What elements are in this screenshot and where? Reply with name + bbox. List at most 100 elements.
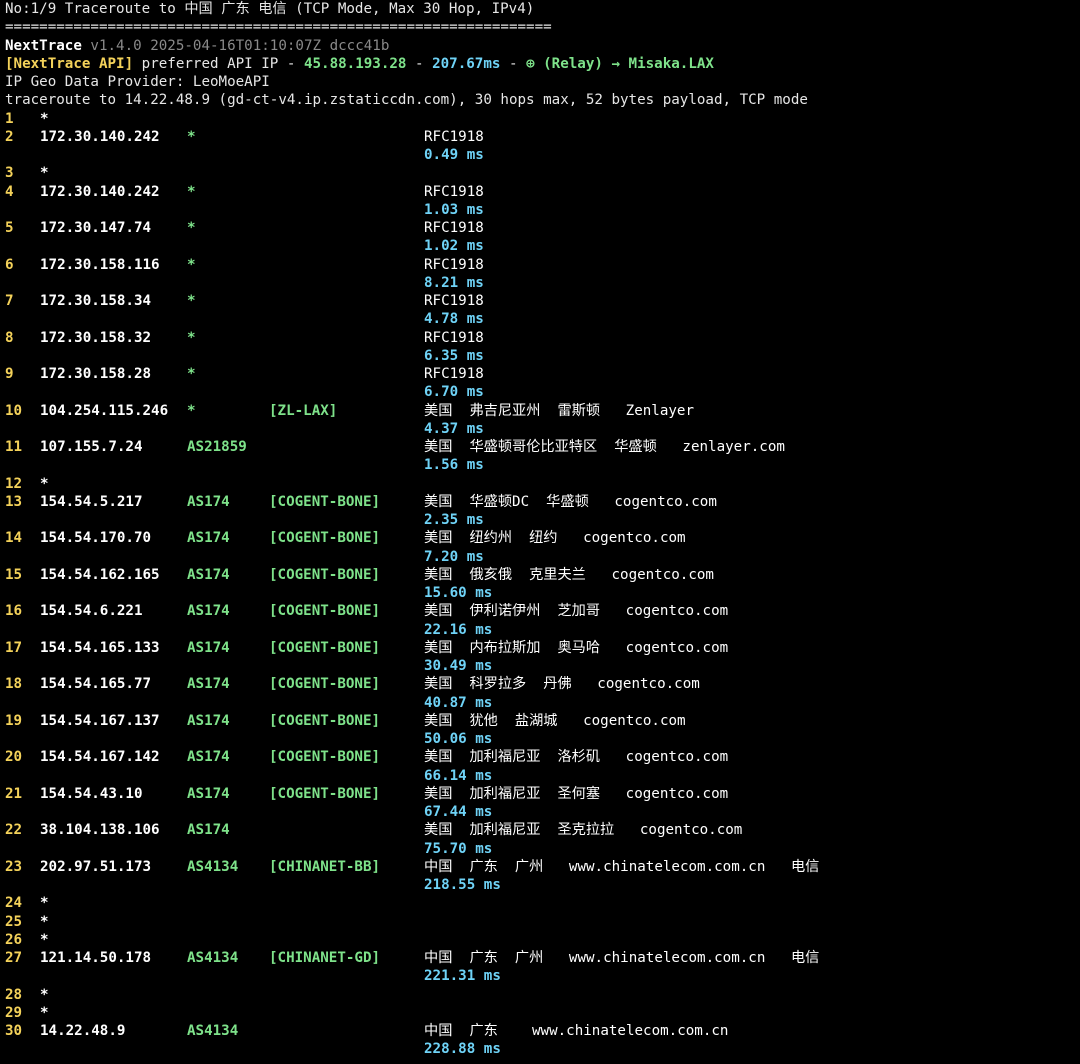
hop-rtt: 6.35 ms (424, 347, 484, 364)
hop-asn: AS174 (187, 603, 230, 620)
hop-number: 26 (5, 931, 23, 948)
hop-number: 7 (5, 293, 14, 309)
hop-geo: 美国 犹他 盐湖城 cogentco.com (424, 712, 686, 729)
hop-number: 24 (5, 895, 23, 912)
hop-rtt: 1.03 ms (424, 201, 484, 218)
hop-rtt-row: 66.14 ms (5, 767, 1080, 785)
hop-rtt-row: 0.49 ms (5, 146, 1080, 164)
hop-ip: * (40, 931, 49, 948)
app-version: v1.4.0 2025-04-16T01:10:07Z dccc41b (90, 37, 390, 54)
hop-geo: RFC1918 (424, 329, 484, 346)
hop-row: 2 172.30.140.242 * RFC1918 (5, 128, 1080, 146)
hop-tag: [COGENT-BONE] (269, 566, 381, 583)
hop-geo: RFC1918 (424, 128, 484, 145)
hop-rtt: 50.06 ms (424, 731, 493, 747)
hop-asn: AS174 (187, 785, 230, 802)
hop-row: 10 104.254.115.246 * [ZL-LAX] 美国 弗吉尼亚州 雷斯顿 Z… (5, 402, 1080, 420)
hop-ip: 107.155.7.24 (40, 439, 143, 455)
hop-geo: RFC1918 (424, 220, 484, 236)
hop-row: 26 * (5, 931, 1080, 949)
hop-rtt: 6.70 ms (424, 384, 484, 401)
api-ip: 45.88.193.28 (303, 55, 407, 72)
hop-number: 12 (5, 475, 23, 492)
hop-number: 3 (5, 165, 14, 182)
hop-rtt-row: 221.31 ms (5, 967, 1080, 985)
hop-rtt: 7.20 ms (424, 548, 484, 565)
hop-row: 8 172.30.158.32 * RFC1918 (5, 329, 1080, 347)
hop-ip: 172.30.147.74 (40, 220, 152, 236)
hop-rtt: 1.56 ms (424, 457, 484, 474)
hop-rtt: 221.31 ms (424, 968, 501, 985)
hop-geo: 美国 华盛顿DC 华盛顿 cogentco.com (424, 493, 717, 510)
hop-row: 22 38.104.138.106 AS174 美国 加利福尼亚 圣克拉拉 cogen… (5, 821, 1080, 839)
hop-geo: 美国 伊利诺伊州 芝加哥 cogentco.com (424, 603, 729, 620)
api-label: [NextTrace API] (5, 55, 134, 72)
hop-ip: * (40, 165, 49, 182)
hop-number: 8 (5, 329, 14, 346)
hop-number: 9 (5, 366, 14, 382)
hop-rtt: 0.49 ms (424, 147, 484, 163)
terminal-output: No:1/9 Traceroute to 中国 广东 电信 (TCP Mode,… (5, 0, 1080, 1059)
hop-row: 6 172.30.158.116 * RFC1918 (5, 256, 1080, 274)
hop-row: 24 * (5, 894, 1080, 912)
hop-tag: [COGENT-BONE] (269, 603, 381, 620)
hop-rtt: 66.14 ms (424, 767, 493, 784)
hop-rtt-row: 8.21 ms (5, 274, 1080, 292)
hop-asn: AS4134 (187, 1023, 239, 1039)
hop-row: 19 154.54.167.137 AS174 [COGENT-BONE] 美国 犹他 … (5, 712, 1080, 730)
hop-rtt: 2.35 ms (424, 512, 484, 528)
hop-rtt-row: 50.06 ms (5, 730, 1080, 748)
hop-number: 22 (5, 822, 23, 839)
hop-rtt-row: 1.56 ms (5, 456, 1080, 474)
hop-asn: AS21859 (187, 439, 247, 455)
hop-number: 14 (5, 530, 23, 547)
hop-asn: * (187, 256, 196, 273)
hop-rtt-row: 228.88 ms (5, 1040, 1080, 1058)
hop-row: 1 * (5, 110, 1080, 128)
hop-ip: 154.54.167.137 (40, 712, 160, 729)
hop-rtt: 8.21 ms (424, 274, 484, 291)
hop-rtt-row: 22.16 ms (5, 621, 1080, 639)
hop-row: 17 154.54.165.133 AS174 [COGENT-BONE] 美国 内布拉… (5, 639, 1080, 657)
separator-line: ========================================… (5, 19, 552, 36)
hop-number: 25 (5, 913, 23, 930)
hop-rtt: 1.02 ms (424, 238, 484, 255)
hop-number: 18 (5, 676, 23, 693)
hop-rtt: 4.37 ms (424, 420, 484, 437)
hop-asn: * (187, 366, 196, 382)
hop-geo: 中国 广东 www.chinatelecom.com.cn (424, 1023, 729, 1039)
hop-rtt-row: 4.78 ms (5, 310, 1080, 328)
hop-geo: 美国 加利福尼亚 圣克拉拉 cogentco.com (424, 822, 743, 839)
api-line: [NextTrace API] preferred API IP - 45.88… (5, 55, 1080, 73)
hop-number: 28 (5, 986, 23, 1003)
hop-rtt-row: 40.87 ms (5, 694, 1080, 712)
hop-ip: 14.22.48.9 (40, 1023, 126, 1039)
hop-geo: RFC1918 (424, 366, 484, 382)
hop-rtt-row: 6.70 ms (5, 383, 1080, 401)
hop-number: 11 (5, 439, 23, 455)
hop-rtt: 30.49 ms (424, 658, 493, 674)
hop-row: 15 154.54.162.165 AS174 [COGENT-BONE] 美国 俄亥俄… (5, 566, 1080, 584)
hop-rtt: 4.78 ms (424, 311, 484, 328)
hop-rtt: 22.16 ms (424, 621, 493, 638)
hop-geo: 美国 内布拉斯加 奥马哈 cogentco.com (424, 639, 729, 656)
hop-row: 13 154.54.5.217 AS174 [COGENT-BONE] 美国 华盛顿DC… (5, 493, 1080, 511)
hop-row: 7 172.30.158.34 * RFC1918 (5, 292, 1080, 310)
api-relay: ⊕ (Relay) → Misaka.LAX (526, 55, 714, 72)
hop-rtt-row: 7.20 ms (5, 548, 1080, 566)
hop-tag: [CHINANET-GD] (269, 950, 381, 966)
hop-ip: 172.30.158.116 (40, 256, 160, 273)
hop-ip: * (40, 986, 49, 1003)
hop-geo: 美国 俄亥俄 克里夫兰 cogentco.com (424, 566, 714, 583)
hop-asn: AS174 (187, 822, 230, 839)
hop-row: 20 154.54.167.142 AS174 [COGENT-BONE] 美国 加利福… (5, 748, 1080, 766)
hop-ip: * (40, 895, 49, 912)
hop-geo: 美国 加利福尼亚 洛杉矶 cogentco.com (424, 749, 729, 766)
hop-ip: 154.54.6.221 (40, 603, 143, 620)
hop-tag: [CHINANET-BB] (269, 858, 381, 875)
hop-rtt: 40.87 ms (424, 694, 493, 711)
hop-rtt-row: 1.02 ms (5, 237, 1080, 255)
hop-rtt-row: 2.35 ms (5, 511, 1080, 529)
hop-asn: * (187, 293, 196, 309)
hop-tag: [COGENT-BONE] (269, 785, 381, 802)
